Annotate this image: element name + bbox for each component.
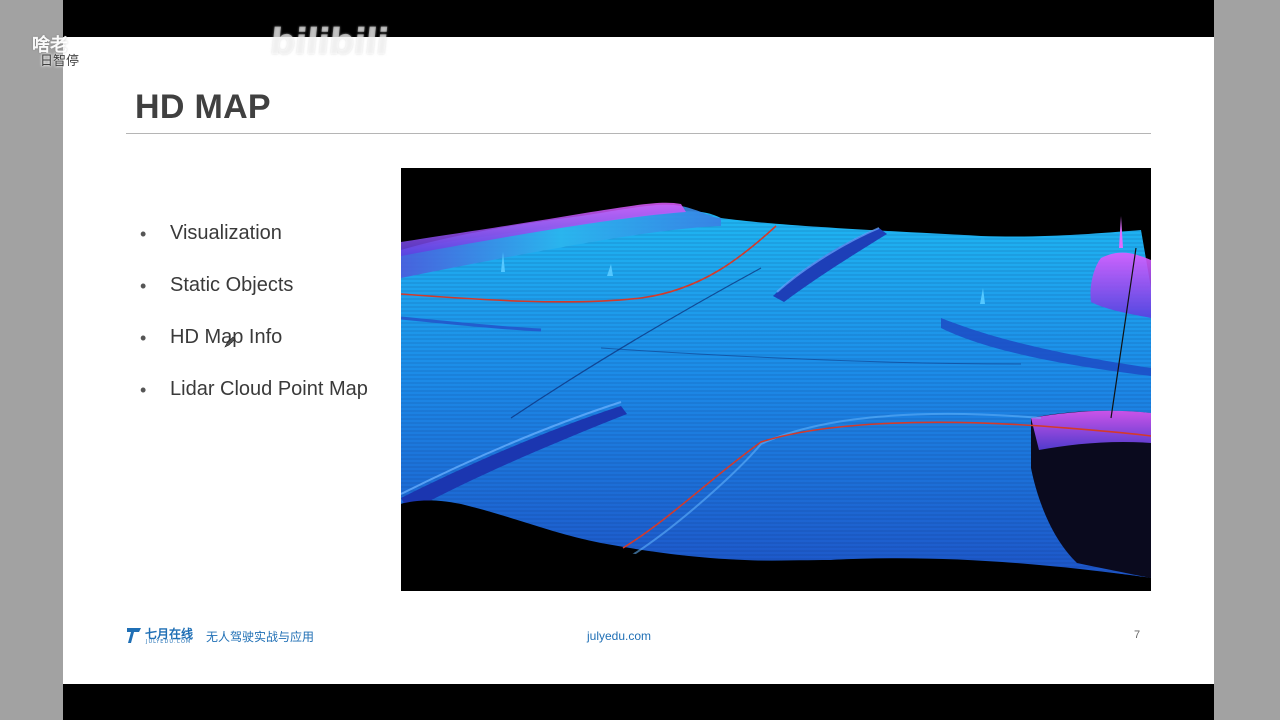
course-name: 无人驾驶实战与应用 [206, 630, 315, 644]
bullet-text: Lidar Cloud Point Map [170, 378, 368, 400]
bilibili-logo: bilibili [267, 22, 390, 63]
slide-title: HD MAP [135, 88, 271, 126]
page-number: 7 [1134, 629, 1141, 641]
bullet-dot-icon: • [140, 224, 147, 244]
bullet-text: Visualization [170, 222, 282, 244]
uploader-watermark: 啥老 日智停 [32, 36, 79, 70]
bullet-dot-icon: • [140, 276, 147, 296]
pen-cursor-icon [224, 336, 236, 348]
lidar-point-cloud-image [401, 168, 1151, 591]
footer-url: julyedu.com [587, 629, 652, 643]
bullet-dot-icon: • [140, 380, 147, 400]
bullet-text: Static Objects [170, 274, 294, 296]
uploader-watermark-sub: 日智停 [40, 54, 80, 69]
julyedu-logo-icon [127, 628, 141, 643]
footer-brand: 七月在线 JULYEDU.COM 无人驾驶实战与应用 [126, 626, 346, 646]
bullet-dot-icon: • [140, 328, 147, 348]
brand-domain: JULYEDU.COM [146, 639, 192, 645]
title-divider [126, 133, 1151, 134]
screen: 啥老 日智停 bilibili HD MAP • Visualization •… [0, 0, 1280, 720]
